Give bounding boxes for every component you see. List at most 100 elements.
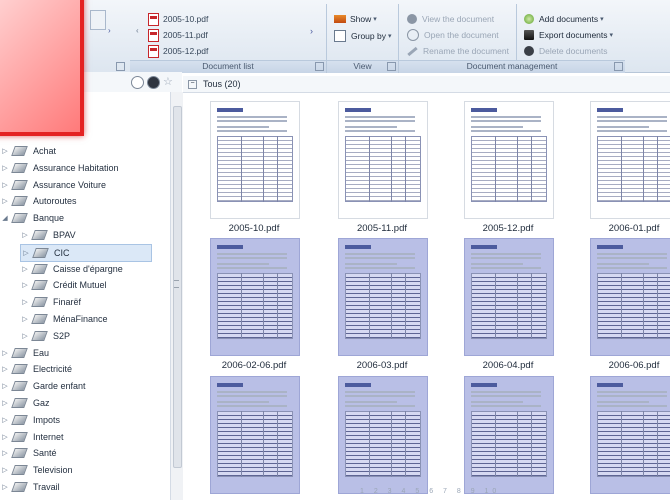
chevron-down-icon: ▾ bbox=[387, 33, 392, 40]
doclist-item[interactable]: 2005-11.pdf bbox=[148, 28, 208, 42]
chevron-right-icon[interactable]: ▷ bbox=[0, 382, 10, 390]
chevron-right-icon[interactable]: ▷ bbox=[0, 365, 10, 373]
document-filename[interactable]: 2005-12.pdf bbox=[453, 223, 563, 234]
document-filename[interactable]: 2006-01.pdf bbox=[579, 223, 670, 234]
document-filename[interactable]: 2006-02-06.pdf bbox=[199, 360, 309, 371]
text-line bbox=[471, 267, 541, 269]
tree-item[interactable]: ▷ CIC bbox=[20, 243, 152, 262]
dialog-launcher-icon[interactable] bbox=[387, 62, 396, 71]
tree-item[interactable]: ▷ Television bbox=[0, 462, 150, 478]
document-thumbnail[interactable] bbox=[338, 376, 428, 494]
tree-item[interactable]: ▷ Autoroutes bbox=[0, 193, 150, 209]
clear-filter-icon[interactable] bbox=[131, 76, 144, 89]
tree-item[interactable]: ▷ Impots bbox=[0, 412, 150, 428]
ribbon-scroll-arrow-left[interactable]: › bbox=[108, 26, 111, 35]
document-thumbnail[interactable] bbox=[338, 101, 428, 219]
document-filename[interactable]: 2006-03.pdf bbox=[327, 360, 437, 371]
tree-item[interactable]: ▷ Caisse d'épargne bbox=[20, 261, 150, 277]
document-thumbnail[interactable] bbox=[464, 376, 554, 494]
tree-item[interactable]: ▷ Santé bbox=[0, 445, 150, 461]
view-document-button[interactable]: View the document bbox=[407, 12, 494, 26]
table-column bbox=[643, 411, 644, 477]
chevron-right-icon[interactable]: ▷ bbox=[0, 483, 10, 491]
chevron-right-icon[interactable]: ▷ bbox=[20, 281, 30, 289]
rename-document-button[interactable]: Rename the document bbox=[407, 44, 509, 58]
open-document-button[interactable]: Open the document bbox=[407, 28, 499, 42]
group-by-button[interactable]: Group by ▾ bbox=[334, 29, 391, 43]
dialog-launcher-icon[interactable] bbox=[315, 62, 324, 71]
tree-item[interactable]: ▷ Gaz bbox=[0, 395, 150, 411]
info-icon[interactable] bbox=[147, 76, 160, 89]
chevron-right-icon[interactable]: ▷ bbox=[0, 466, 10, 474]
doclist-item[interactable]: 2005-10.pdf bbox=[148, 12, 208, 26]
chevron-right-icon[interactable]: ▷ bbox=[0, 197, 10, 205]
chevron-right-icon[interactable]: ▷ bbox=[20, 231, 30, 239]
tree-item[interactable]: ▷ Crédit Mutuel bbox=[20, 277, 150, 293]
chevron-right-icon[interactable]: ▷ bbox=[21, 249, 31, 257]
document-thumbnail[interactable] bbox=[210, 238, 300, 356]
tree-item[interactable]: ▷ Assurance Habitation bbox=[0, 160, 150, 176]
table-column bbox=[531, 136, 532, 202]
tree-item-label: Banque bbox=[33, 213, 65, 224]
tree-item[interactable]: ▷ S2P bbox=[20, 328, 150, 344]
export-documents-button[interactable]: Export documents ▾ bbox=[524, 28, 613, 42]
document-thumbnail[interactable] bbox=[210, 101, 300, 219]
chevron-right-icon[interactable]: ▷ bbox=[20, 265, 30, 273]
chevron-right-icon[interactable]: ▷ bbox=[0, 399, 10, 407]
doclist-scroll-left[interactable]: ‹ bbox=[136, 26, 139, 35]
document-thumbnail[interactable] bbox=[590, 101, 670, 219]
chevron-down-icon[interactable]: ◢ bbox=[0, 214, 10, 222]
tree-item[interactable]: ▷ Eau bbox=[0, 345, 150, 361]
star-icon[interactable]: ☆ bbox=[163, 75, 173, 88]
collapse-icon[interactable]: − bbox=[188, 79, 197, 89]
document-filename[interactable]: 2005-11.pdf bbox=[327, 223, 437, 234]
tree-item[interactable]: ▷ Assurance Voiture bbox=[0, 177, 150, 193]
tree-item[interactable]: ▷ BPAV bbox=[20, 227, 150, 243]
chevron-right-icon[interactable]: ▷ bbox=[0, 416, 10, 424]
delete-documents-button[interactable]: Delete documents bbox=[524, 44, 608, 58]
document-thumbnail[interactable] bbox=[210, 376, 300, 494]
tree-item[interactable]: ▷ Electricité bbox=[0, 361, 150, 377]
ribbon-collapsed-button[interactable] bbox=[90, 10, 106, 30]
letterhead bbox=[597, 108, 623, 112]
tree-item[interactable]: ▷ Travail bbox=[0, 479, 150, 495]
document-thumbnail[interactable] bbox=[338, 238, 428, 356]
chevron-right-icon[interactable]: ▷ bbox=[0, 147, 10, 155]
chevron-right-icon[interactable]: ▷ bbox=[20, 332, 30, 340]
tree-item[interactable]: ▷ Garde enfant bbox=[0, 378, 150, 394]
doclist-scroll-right[interactable]: › bbox=[310, 26, 313, 36]
doclist-item[interactable]: 2005-12.pdf bbox=[148, 44, 208, 58]
chevron-right-icon[interactable]: ▷ bbox=[20, 315, 30, 323]
tree-item[interactable]: ▷ Achat bbox=[0, 143, 150, 159]
show-button[interactable]: Show ▾ bbox=[334, 12, 377, 26]
table-column bbox=[405, 136, 406, 202]
text-line bbox=[597, 253, 667, 255]
pager[interactable]: 1 2 3 4 5 6 7 8 9 10 bbox=[360, 488, 500, 495]
document-filename[interactable]: 2006-06.pdf bbox=[579, 360, 670, 371]
document-thumbnail[interactable] bbox=[590, 238, 670, 356]
chevron-right-icon[interactable]: ▷ bbox=[0, 181, 10, 189]
category-icon bbox=[31, 263, 48, 274]
chevron-right-icon[interactable]: ▷ bbox=[0, 349, 10, 357]
chevron-right-icon[interactable]: ▷ bbox=[0, 449, 10, 457]
tree-item[interactable]: ▷ Internet bbox=[0, 429, 150, 445]
document-thumbnail[interactable] bbox=[464, 238, 554, 356]
document-filename[interactable]: 2005-10.pdf bbox=[199, 223, 309, 234]
dialog-launcher-icon[interactable] bbox=[614, 62, 623, 71]
document-thumbnail[interactable] bbox=[464, 101, 554, 219]
dialog-launcher-icon[interactable] bbox=[116, 62, 125, 71]
tree-item[interactable]: ◢ Banque bbox=[0, 210, 150, 226]
document-thumbnail[interactable] bbox=[590, 376, 670, 494]
add-documents-button[interactable]: Add documents ▾ bbox=[524, 12, 604, 26]
chevron-right-icon[interactable]: ▷ bbox=[0, 164, 10, 172]
eye-icon bbox=[407, 14, 417, 24]
chevron-right-icon[interactable]: ▷ bbox=[20, 298, 30, 306]
text-line bbox=[345, 405, 415, 407]
table-column bbox=[369, 136, 370, 202]
tree-scrollbar[interactable] bbox=[170, 92, 183, 500]
document-filename[interactable]: 2006-04.pdf bbox=[453, 360, 563, 371]
tree-item[interactable]: ▷ Finarëf bbox=[20, 294, 150, 310]
chevron-right-icon[interactable]: ▷ bbox=[0, 433, 10, 441]
group-header[interactable]: − Tous (20) bbox=[183, 76, 670, 93]
tree-item[interactable]: ▷ MénaFinance bbox=[20, 311, 150, 327]
